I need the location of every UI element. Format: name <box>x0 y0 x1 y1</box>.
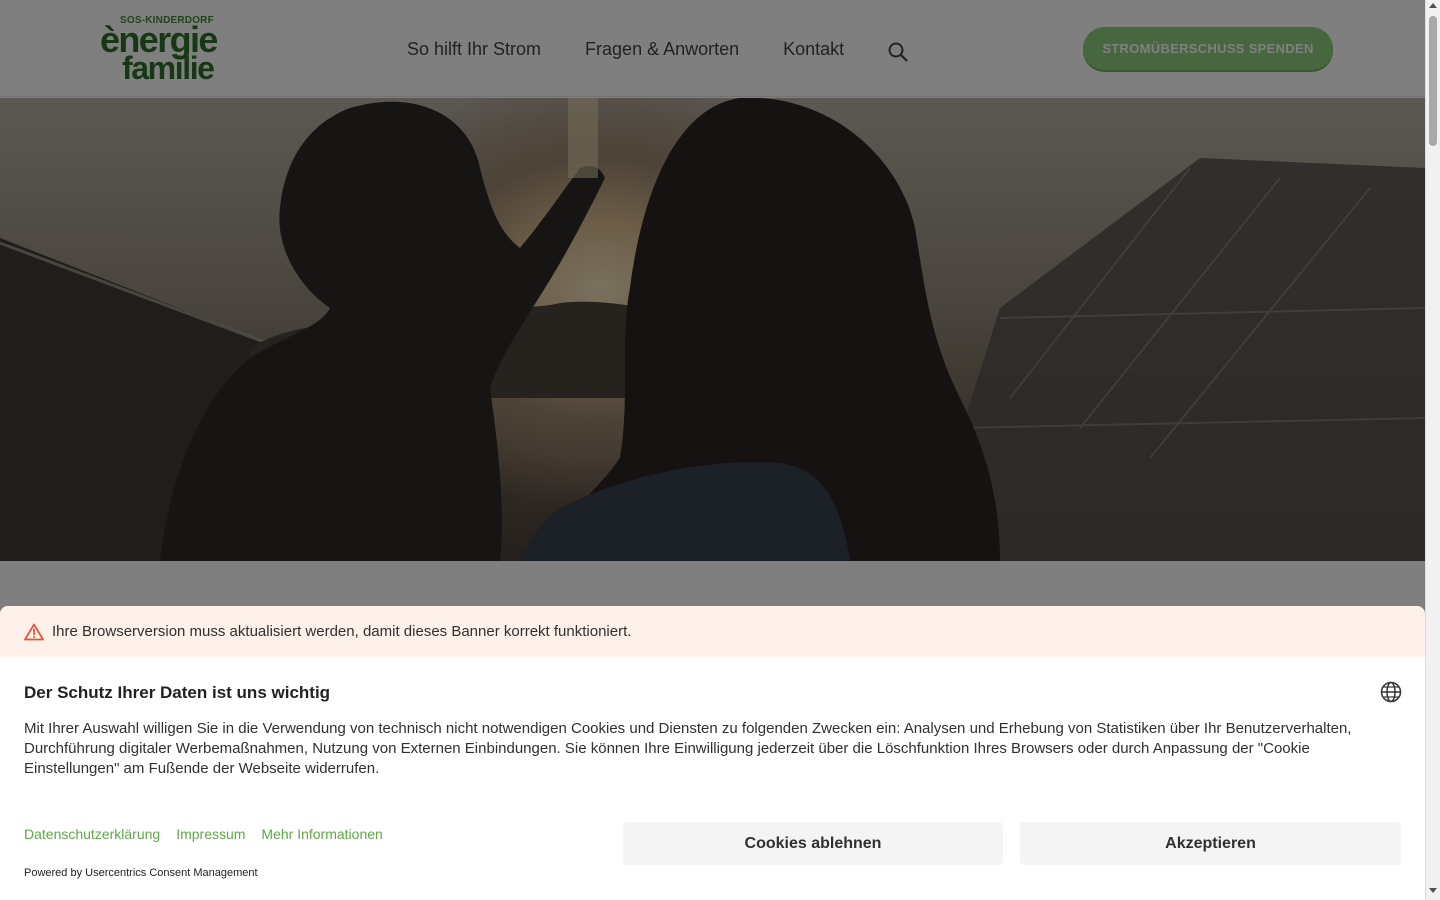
consent-description: Mit Ihrer Auswahl willigen Sie in die Ve… <box>24 720 1352 777</box>
consent-links: Datenschutzerklärung Impressum Mehr Info… <box>24 826 399 842</box>
page: SOS-KINDERDORF ènergie familie So hilft … <box>0 0 1425 900</box>
browser-warning-text: Ihre Browserversion muss aktualisiert we… <box>52 623 632 640</box>
cookie-consent-banner: Ihre Browserversion muss aktualisiert we… <box>0 606 1425 900</box>
privacy-policy-link[interactable]: Datenschutzerklärung <box>24 826 160 842</box>
accept-cookies-button[interactable]: Akzeptieren <box>1020 822 1401 865</box>
scrollbar-thumb[interactable] <box>1429 16 1437 146</box>
imprint-link[interactable]: Impressum <box>176 826 245 842</box>
scroll-down-arrow-icon[interactable] <box>1429 888 1437 893</box>
decline-cookies-button[interactable]: Cookies ablehnen <box>623 822 1003 865</box>
powered-by-text: Powered by Usercentrics Consent Manageme… <box>24 867 258 879</box>
more-information-link[interactable]: Mehr Informationen <box>261 826 382 842</box>
scroll-up-arrow-icon[interactable] <box>1429 3 1437 8</box>
page-scrollbar[interactable] <box>1425 0 1440 900</box>
browser-warning: Ihre Browserversion muss aktualisiert we… <box>0 606 1425 657</box>
globe-icon[interactable] <box>1380 681 1402 703</box>
consent-title: Der Schutz Ihrer Daten ist uns wichtig <box>24 683 331 702</box>
warning-icon <box>24 623 44 641</box>
